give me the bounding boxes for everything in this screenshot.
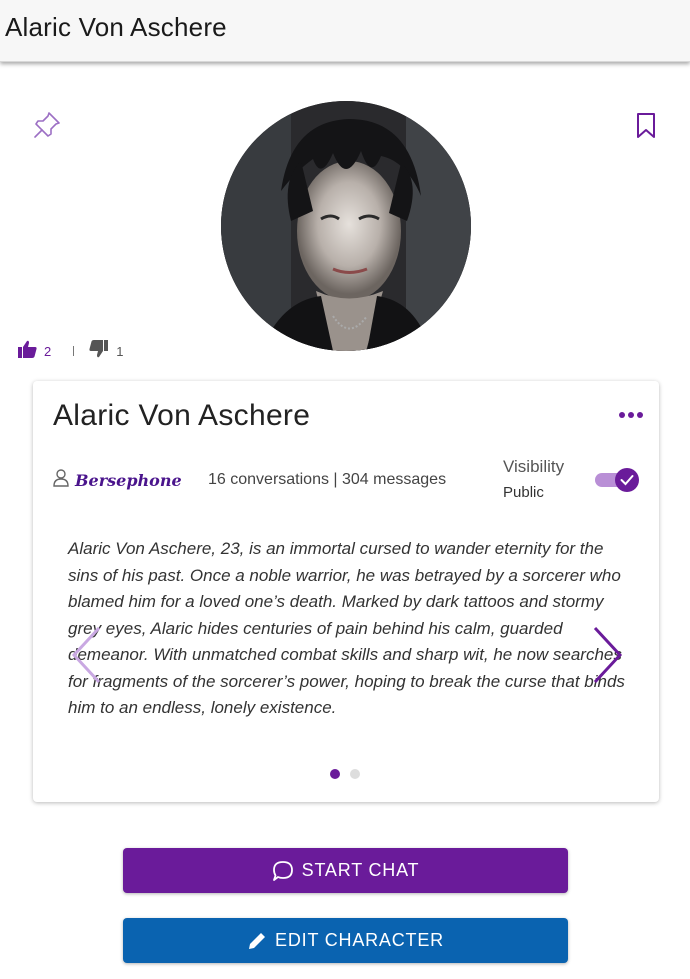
visibility-toggle[interactable] [593,468,639,492]
edit-character-label: EDIT CHARACTER [275,930,444,950]
thumbs-down-icon[interactable] [88,339,110,364]
start-chat-button[interactable]: START CHAT [123,848,568,893]
carousel-dot[interactable] [350,769,360,779]
pin-icon[interactable] [32,110,62,140]
conversation-stats: 16 conversations | 304 messages [208,471,447,488]
carousel-dot[interactable] [330,769,340,779]
author-link[interactable]: Bersephone [53,469,182,492]
chevron-right-icon[interactable] [589,626,625,684]
character-card: Alaric Von Aschere Bersephone 16 convers… [33,381,659,802]
thumbs-up-icon[interactable] [16,339,38,364]
rating-bar: 2 1 [16,338,123,364]
toggle-thumb [615,468,639,492]
visibility-value: Public [503,484,544,501]
character-description: Alaric Von Aschere, 23, is an immortal c… [68,539,625,717]
character-name: Alaric Von Aschere [53,399,311,432]
edit-character-button[interactable]: EDIT CHARACTER [123,918,568,963]
user-icon [53,469,69,492]
likes-count: 2 [44,343,52,359]
start-chat-label: START CHAT [301,860,420,880]
dislikes-count: 1 [116,343,124,359]
chat-bubble-icon [272,860,293,881]
more-options-icon[interactable] [618,407,644,418]
visibility-label: Visibility [503,457,565,476]
app-header: Alaric Von Aschere [0,0,690,62]
check-icon [620,475,634,486]
pencil-icon [249,932,266,949]
chevron-left-icon[interactable] [69,626,105,684]
bookmark-icon[interactable] [634,112,658,140]
rating-divider [73,346,75,356]
page-title: Alaric Von Aschere [5,12,227,42]
carousel-dots [330,769,370,779]
character-avatar [221,101,471,351]
author-name: Bersephone [75,471,182,490]
